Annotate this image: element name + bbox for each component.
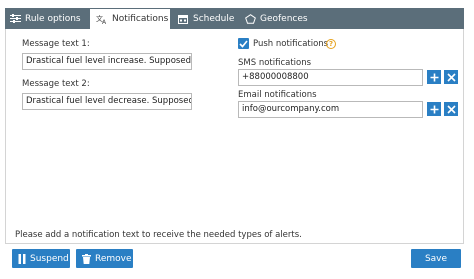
trash-icon — [82, 253, 91, 264]
sliders-icon — [9, 14, 21, 24]
add-sms-button[interactable] — [427, 70, 441, 84]
tab-rule-options[interactable]: Rule options — [9, 8, 81, 29]
remove-label: Remove — [95, 253, 132, 264]
tab-label: Notifications — [112, 14, 169, 24]
pentagon-icon — [244, 13, 256, 24]
tab-label: Rule options — [25, 13, 81, 24]
email-input[interactable]: info@ourcompany.com — [238, 101, 423, 118]
close-icon — [446, 72, 456, 82]
clear-email-button[interactable] — [444, 102, 458, 116]
notification-hint: Please add a notification text to receiv… — [15, 230, 302, 240]
tab-label: Geofences — [260, 13, 308, 24]
remove-button[interactable]: Remove — [76, 249, 133, 268]
push-notifications-checkbox[interactable] — [238, 38, 249, 49]
pause-icon — [18, 253, 26, 264]
push-notifications-label: Push notifications — [253, 39, 329, 49]
checkmark-icon — [239, 39, 248, 48]
message-text-2-input[interactable]: Drastical fuel level decrease. Supposed … — [22, 93, 192, 110]
save-button[interactable]: Save — [411, 249, 461, 268]
tab-schedule[interactable]: Schedule — [177, 8, 234, 29]
tab-label: Schedule — [193, 13, 235, 24]
sms-notifications-label: SMS notifications — [238, 58, 312, 68]
message-text-2-label: Message text 2: — [22, 79, 90, 89]
tab-bar: Rule options 文A Notifications Schedule G… — [5, 8, 464, 29]
sms-input[interactable]: +88000008800 — [238, 69, 423, 86]
save-label: Save — [424, 253, 448, 264]
svg-text:A: A — [102, 19, 107, 24]
clear-sms-button[interactable] — [444, 70, 458, 84]
help-icon[interactable]: ? — [326, 39, 336, 49]
translate-icon: 文A — [96, 14, 108, 24]
message-text-1-label: Message text 1: — [22, 39, 90, 49]
calendar-icon — [177, 14, 189, 24]
suspend-label: Suspend — [30, 253, 69, 264]
add-email-button[interactable] — [427, 102, 441, 116]
close-icon — [446, 104, 456, 114]
tab-notifications[interactable]: 文A Notifications — [90, 9, 170, 29]
message-text-1-input[interactable]: Drastical fuel level increase. Supposed … — [22, 53, 192, 70]
plus-icon — [430, 105, 438, 113]
email-notifications-label: Email notifications — [238, 90, 317, 100]
suspend-button[interactable]: Suspend — [12, 249, 70, 268]
tab-geofences[interactable]: Geofences — [244, 8, 308, 29]
plus-icon — [430, 73, 438, 81]
